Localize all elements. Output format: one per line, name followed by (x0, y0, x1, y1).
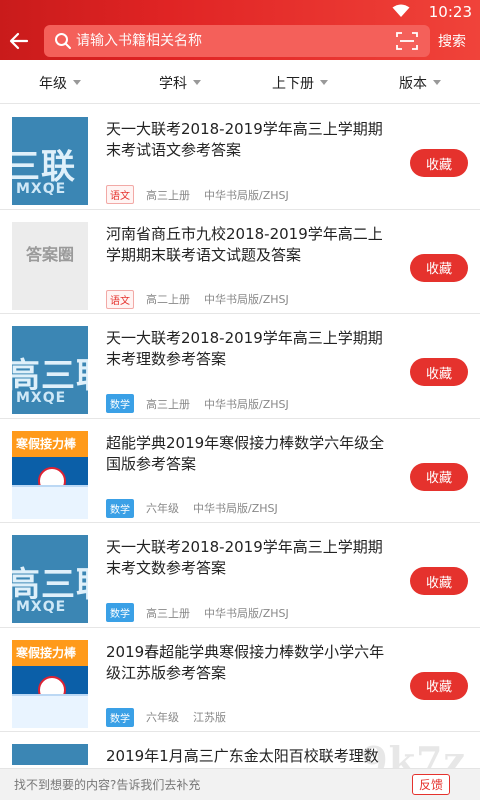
item-meta: 数学 高三上册 中华书局版/ZHSJ (106, 603, 289, 622)
caret-down-icon (193, 80, 201, 85)
subject-badge: 数学 (106, 498, 134, 518)
filter-bar: 年级 学科 上下册 版本 (0, 62, 480, 104)
filter-label: 版本 (399, 75, 427, 92)
book-cover: 高三联考 MXQE (12, 326, 88, 414)
cover-snow (12, 693, 88, 728)
favorite-button[interactable]: 收藏 (410, 567, 468, 595)
item-edition: 中华书局版/ZHSJ (204, 606, 289, 620)
favorite-button[interactable]: 收藏 (410, 671, 468, 700)
book-cover (12, 744, 88, 765)
book-cover: 高三联考 MXQE (12, 535, 88, 623)
caret-down-icon (320, 80, 328, 85)
filter-volume[interactable]: 上下册 (240, 62, 360, 103)
item-grade: 高三上册 (146, 397, 190, 411)
cover-text: 寒假接力棒 (16, 645, 77, 660)
filter-edition[interactable]: 版本 (360, 62, 480, 103)
item-meta: 语文 高二上册 中华书局版/ZHSJ (106, 289, 289, 309)
item-meta: 数学 六年级 江苏版 (106, 707, 226, 727)
search-box[interactable] (44, 25, 430, 57)
list-item[interactable]: 三联 MXQE 天一大联考2018-2019学年高三上学期期末考试语文参考答案 … (0, 105, 480, 210)
item-title: 河南省商丘市九校2018-2019学年高二上学期期末联考语文试题及答案 (106, 224, 383, 264)
cover-subtext: MXQE (16, 181, 67, 197)
filter-label: 上下册 (272, 75, 314, 92)
filter-label: 年级 (39, 75, 67, 92)
item-title: 超能学典2019年寒假接力棒数学六年级全国版参考答案 (106, 433, 385, 473)
subject-badge: 语文 (106, 185, 134, 204)
list-item[interactable]: 高三联考 MXQE 天一大联考2018-2019学年高三上学期期末考理数参考答案… (0, 314, 480, 419)
item-title: 天一大联考2018-2019学年高三上学期期末考试语文参考答案 (106, 120, 383, 159)
book-list: 三联 MXQE 天一大联考2018-2019学年高三上学期期末考试语文参考答案 … (0, 105, 480, 765)
item-grade: 高三上册 (146, 188, 190, 202)
item-edition: 中华书局版/ZHSJ (204, 188, 289, 202)
item-title: 2019年1月高三广东金太阳百校联考理数 (106, 747, 379, 765)
book-cover: 答案圈 (12, 221, 88, 310)
item-grade: 高三上册 (146, 606, 190, 620)
item-edition: 江苏版 (193, 711, 226, 724)
cover-subtext: MXQE (16, 599, 67, 615)
item-edition: 中华书局版/ZHSJ (204, 397, 289, 411)
bottom-bar: 找不到想要的内容?告诉我们去补充 反馈 (0, 768, 480, 800)
cover-subtext: MXQE (16, 390, 67, 406)
favorite-button[interactable]: 收藏 (410, 253, 468, 282)
wifi-icon (392, 4, 410, 17)
status-time: 10:23 (428, 3, 472, 21)
book-cover: 三联 MXQE (12, 117, 88, 205)
item-edition: 中华书局版/ZHSJ (204, 293, 289, 306)
favorite-button[interactable]: 收藏 (410, 462, 468, 491)
filter-subject[interactable]: 学科 (120, 62, 240, 103)
search-button[interactable]: 搜索 (438, 31, 466, 51)
subject-badge: 数学 (106, 603, 134, 622)
item-meta: 数学 六年级 中华书局版/ZHSJ (106, 498, 278, 518)
list-item[interactable]: 答案圈 河南省商丘市九校2018-2019学年高二上学期期末联考语文试题及答案 … (0, 210, 480, 314)
book-cover: 寒假接力棒 (12, 639, 88, 728)
filter-label: 学科 (159, 75, 187, 92)
item-title: 天一大联考2018-2019学年高三上学期期末考文数参考答案 (106, 538, 383, 577)
subject-badge: 语文 (106, 289, 134, 309)
item-edition: 中华书局版/ZHSJ (193, 502, 278, 515)
cover-text: 答案圈 (26, 244, 75, 264)
filter-grade[interactable]: 年级 (0, 62, 120, 103)
bottom-tip: 找不到想要的内容?告诉我们去补充 (14, 778, 201, 792)
item-grade: 高二上册 (146, 293, 190, 306)
feedback-button[interactable]: 反馈 (411, 774, 450, 795)
book-cover: 寒假接力棒 (12, 430, 88, 519)
scan-icon[interactable] (396, 31, 418, 51)
item-meta: 语文 高三上册 中华书局版/ZHSJ (106, 185, 289, 204)
search-icon (55, 33, 71, 49)
cover-snow (12, 484, 88, 519)
list-item[interactable]: 寒假接力棒 2019春超能学典寒假接力棒数学小学六年级江苏版参考答案 数学 六年… (0, 628, 480, 732)
list-item[interactable]: 寒假接力棒 超能学典2019年寒假接力棒数学六年级全国版参考答案 数学 六年级 … (0, 419, 480, 523)
back-arrow-icon[interactable] (8, 30, 30, 52)
cover-text: 寒假接力棒 (16, 436, 77, 451)
item-title: 2019春超能学典寒假接力棒数学小学六年级江苏版参考答案 (106, 642, 385, 682)
search-header: 搜索 (0, 24, 480, 60)
favorite-button[interactable]: 收藏 (410, 149, 468, 177)
item-grade: 六年级 (146, 502, 179, 515)
item-grade: 六年级 (146, 711, 179, 724)
favorite-button[interactable]: 收藏 (410, 358, 468, 386)
list-item[interactable]: 高三联考 MXQE 天一大联考2018-2019学年高三上学期期末考文数参考答案… (0, 523, 480, 628)
subject-badge: 数学 (106, 707, 134, 727)
status-bar: 10:23 (0, 0, 480, 24)
search-input[interactable] (76, 31, 376, 51)
caret-down-icon (433, 80, 441, 85)
subject-badge: 数学 (106, 394, 134, 413)
item-title: 天一大联考2018-2019学年高三上学期期末考理数参考答案 (106, 329, 383, 368)
item-meta: 数学 高三上册 中华书局版/ZHSJ (106, 394, 289, 413)
caret-down-icon (73, 80, 81, 85)
